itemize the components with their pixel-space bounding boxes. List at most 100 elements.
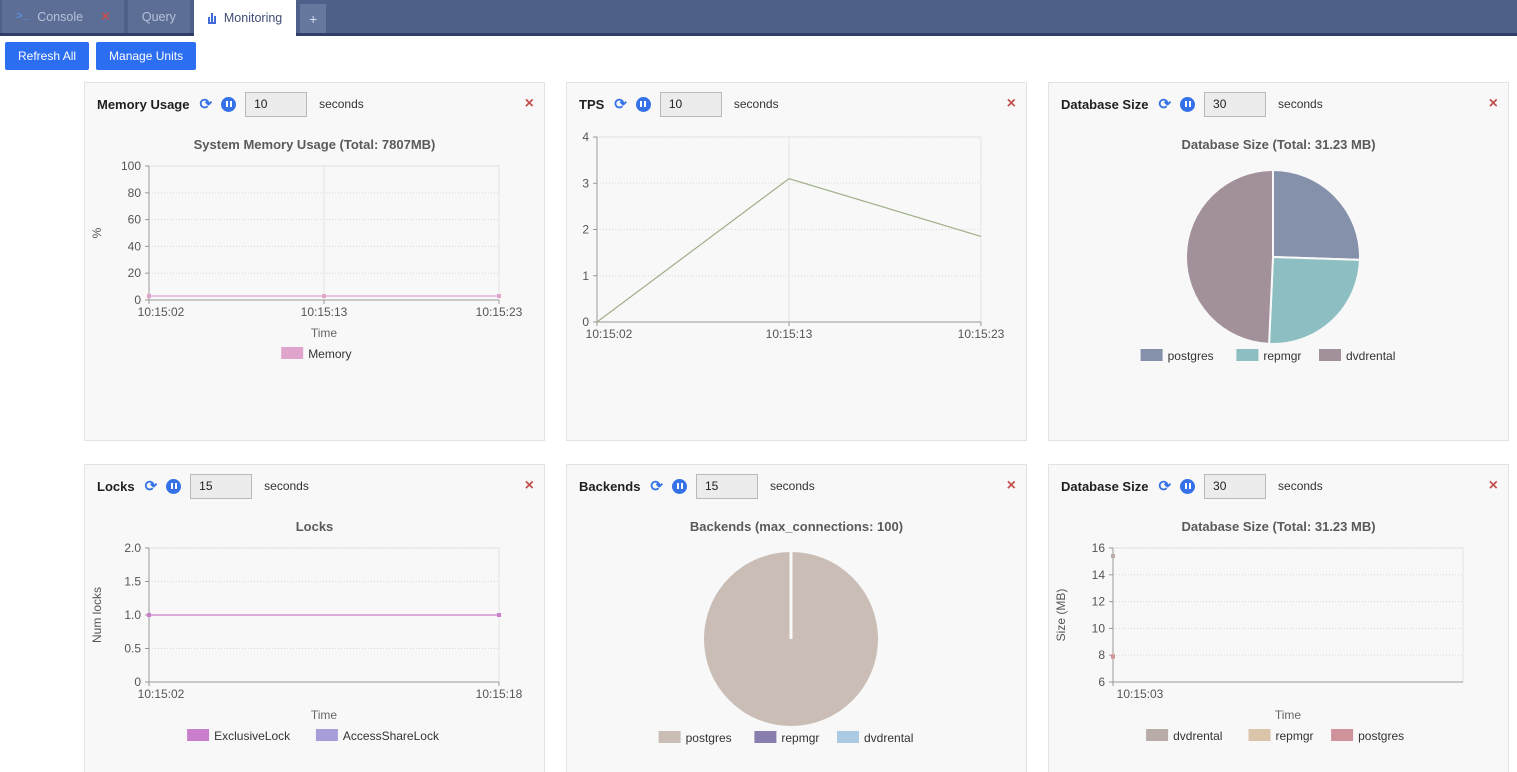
tab-bar: >_ Console × Query Monitoring + [0,0,1517,36]
interval-unit-label: seconds [734,97,779,111]
svg-text:Size (MB): Size (MB) [1054,589,1068,642]
refresh-all-button[interactable]: Refresh All [5,42,89,70]
svg-text:2: 2 [582,223,589,237]
tps-chart: 4321010:15:0210:15:1310:15:23 [567,117,1026,357]
refresh-icon[interactable]: ⟳ [199,97,212,112]
close-panel-icon[interactable]: × [1489,96,1498,112]
svg-text:dvdrental: dvdrental [1346,349,1395,363]
svg-text:Database Size (Total: 31.23 MB: Database Size (Total: 31.23 MB) [1181,137,1375,152]
refresh-icon[interactable]: ⟳ [1158,97,1171,112]
svg-text:Backends (max_connections: 100: Backends (max_connections: 100) [690,519,903,534]
panel-header: TPS ⟳ seconds × [567,83,1026,117]
svg-text:60: 60 [128,213,142,227]
svg-text:dvdrental: dvdrental [864,731,913,745]
database-size-line-chart: Database Size (Total: 31.23 MB)161412108… [1049,499,1508,754]
close-panel-icon[interactable]: × [1007,96,1016,112]
interval-unit-label: seconds [770,479,815,493]
svg-text:Memory: Memory [308,347,351,361]
panel-header: Locks ⟳ seconds × [85,465,544,499]
refresh-icon[interactable]: ⟳ [1158,479,1171,494]
panel-locks: Locks ⟳ seconds × Locks2.01.51.00.5010:1… [84,464,545,772]
interval-input[interactable] [245,92,307,117]
svg-text:6: 6 [1098,675,1105,689]
pause-icon[interactable] [166,479,181,494]
svg-text:System Memory Usage (Total: 78: System Memory Usage (Total: 7807MB) [194,137,436,152]
refresh-icon[interactable]: ⟳ [650,479,663,494]
svg-text:8: 8 [1098,648,1105,662]
tab-monitoring[interactable]: Monitoring [194,0,296,36]
pause-icon[interactable] [636,97,651,112]
interval-unit-label: seconds [1278,479,1323,493]
panel-title: Database Size [1061,479,1148,494]
svg-text:%: % [90,227,104,238]
toolbar: Refresh All Manage Units [0,36,1517,75]
svg-text:repmgr: repmgr [1263,349,1301,363]
close-panel-icon[interactable]: × [1007,478,1016,494]
pause-icon[interactable] [1180,479,1195,494]
svg-text:10:15:18: 10:15:18 [476,687,523,701]
pause-icon[interactable] [1180,97,1195,112]
panel-title: Database Size [1061,97,1148,112]
panel-title: TPS [579,97,604,112]
svg-text:2.0: 2.0 [124,541,141,555]
svg-text:Time: Time [1275,708,1302,722]
interval-input[interactable] [190,474,252,499]
close-tab-icon[interactable]: × [101,9,110,24]
panel-title: Memory Usage [97,97,189,112]
svg-text:1: 1 [582,269,589,283]
interval-input[interactable] [1204,92,1266,117]
panel-tps: TPS ⟳ seconds × 4321010:15:0210:15:1310:… [566,82,1027,441]
svg-text:14: 14 [1092,568,1106,582]
svg-text:3: 3 [582,176,589,190]
manage-units-button[interactable]: Manage Units [96,42,196,70]
close-panel-icon[interactable]: × [1489,478,1498,494]
svg-text:20: 20 [128,266,142,280]
svg-text:10:15:23: 10:15:23 [958,327,1005,341]
refresh-icon[interactable]: ⟳ [614,97,627,112]
interval-input[interactable] [1204,474,1266,499]
svg-text:postgres: postgres [1168,349,1214,363]
refresh-icon[interactable]: ⟳ [145,479,158,494]
svg-text:postgres: postgres [686,731,732,745]
svg-text:dvdrental: dvdrental [1173,729,1222,743]
svg-text:repmgr: repmgr [1276,729,1314,743]
tab-console-label: Console [37,10,83,24]
panel-header: Backends ⟳ seconds × [567,465,1026,499]
interval-input[interactable] [660,92,722,117]
svg-text:0.5: 0.5 [124,642,141,656]
memory-usage-chart: System Memory Usage (Total: 7807MB)10080… [85,117,544,372]
bar-chart-icon [208,13,216,24]
backends-pie-chart: Backends (max_connections: 100)postgresr… [567,499,1026,754]
svg-text:ExclusiveLock: ExclusiveLock [214,729,291,743]
svg-text:Num locks: Num locks [90,587,104,643]
svg-text:10:15:02: 10:15:02 [138,305,185,319]
svg-text:10:15:23: 10:15:23 [476,305,523,319]
interval-input[interactable] [696,474,758,499]
panel-title: Backends [579,479,640,494]
svg-text:4: 4 [582,130,589,144]
svg-text:1.5: 1.5 [124,575,141,589]
panel-backends: Backends ⟳ seconds × Backends (max_conne… [566,464,1027,772]
svg-text:16: 16 [1092,541,1106,555]
close-panel-icon[interactable]: × [525,478,534,494]
svg-text:10:15:13: 10:15:13 [766,327,813,341]
svg-text:10:15:13: 10:15:13 [301,305,348,319]
tab-monitoring-label: Monitoring [224,11,282,25]
tab-query-label: Query [142,10,176,24]
new-tab-button[interactable]: + [300,4,326,33]
tab-console[interactable]: >_ Console × [2,0,124,33]
panel-header: Database Size ⟳ seconds × [1049,465,1508,499]
panel-title: Locks [97,479,135,494]
close-panel-icon[interactable]: × [525,96,534,112]
svg-text:12: 12 [1092,595,1106,609]
svg-text:80: 80 [128,186,142,200]
svg-text:10:15:02: 10:15:02 [138,687,185,701]
monitoring-panel-grid: Memory Usage ⟳ seconds × System Memory U… [84,82,1509,772]
svg-text:postgres: postgres [1358,729,1404,743]
tab-query[interactable]: Query [128,0,190,33]
panel-database-size-pie: Database Size ⟳ seconds × Database Size … [1048,82,1509,441]
pause-icon[interactable] [672,479,687,494]
panel-header: Database Size ⟳ seconds × [1049,83,1508,117]
pause-icon[interactable] [221,97,236,112]
svg-text:Time: Time [311,326,338,340]
